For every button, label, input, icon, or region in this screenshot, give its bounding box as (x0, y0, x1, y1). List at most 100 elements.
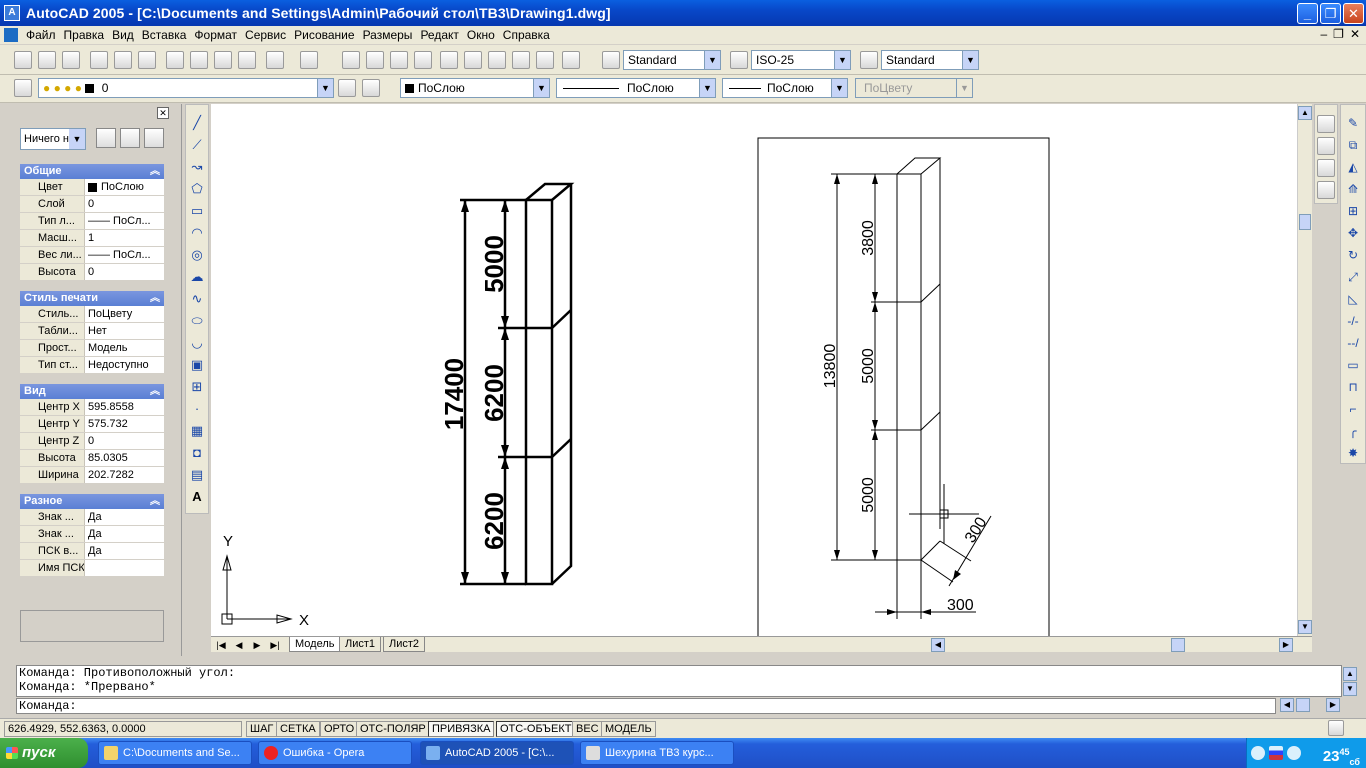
pan-icon[interactable] (342, 51, 360, 69)
maximize-button[interactable]: ❐ (1320, 3, 1341, 24)
grid-toggle[interactable]: СЕТКА (276, 721, 320, 737)
revision-cloud-icon[interactable]: ☁ (189, 269, 205, 285)
scroll-left-icon[interactable]: ◀ (931, 638, 945, 652)
lineweight-toggle[interactable]: ВЕС (572, 721, 603, 737)
multiline-text-icon[interactable]: A (189, 489, 205, 505)
trim-icon[interactable]: -/- (1345, 313, 1361, 329)
ortho-toggle[interactable]: ОРТО (320, 721, 359, 737)
send-to-back-icon[interactable] (1317, 137, 1335, 155)
polygon-icon[interactable]: ⬠ (189, 181, 205, 197)
task-word[interactable]: Шехурина ТВ3 курс... (580, 741, 734, 765)
construction-line-icon[interactable]: ⟋ (189, 137, 205, 153)
menu-insert[interactable]: Вставка (142, 28, 193, 42)
tab-model[interactable]: Модель (289, 637, 341, 652)
menu-dimension[interactable]: Размеры (363, 28, 419, 42)
send-under-icon[interactable] (1317, 181, 1335, 199)
task-opera[interactable]: Ошибка - Opera (258, 741, 412, 765)
prop-row[interactable]: Знак ... Да (20, 509, 164, 526)
prop-row[interactable]: Высота 85.0305 (20, 450, 164, 467)
paste-icon[interactable] (214, 51, 232, 69)
save-icon[interactable] (62, 51, 80, 69)
communication-center-icon[interactable] (1328, 720, 1344, 736)
otrack-toggle[interactable]: ОТС-ОБЪЕКТ (496, 721, 576, 737)
selection-filter-select[interactable]: Ничего н ▼ (20, 128, 86, 150)
section-header[interactable]: Разное ︽ (20, 494, 164, 509)
menu-window[interactable]: Окно (467, 28, 501, 42)
tab-layout1[interactable]: Лист1 (339, 637, 382, 652)
move-icon[interactable]: ✥ (1345, 225, 1361, 241)
print-icon[interactable] (90, 51, 108, 69)
chamfer-icon[interactable]: ⌐ (1345, 401, 1361, 417)
break-at-point-icon[interactable]: ▭ (1345, 357, 1361, 373)
start-button[interactable]: пуск (0, 738, 88, 768)
preview-icon[interactable] (114, 51, 132, 69)
vertical-scrollbar[interactable]: ▲ ▼ (1297, 104, 1312, 636)
copy-icon[interactable] (190, 51, 208, 69)
dim-style-select[interactable]: ISO-25 ▼ (751, 50, 851, 70)
circle-icon[interactable]: ◎ (189, 247, 205, 263)
model-toggle[interactable]: МОДЕЛЬ (601, 721, 656, 737)
break-icon[interactable]: ⊓ (1345, 379, 1361, 395)
redo-icon[interactable] (300, 51, 318, 69)
scroll-down-icon[interactable]: ▼ (1298, 620, 1312, 634)
osnap-toggle[interactable]: ПРИВЯЗКА (428, 721, 495, 737)
text-style-select[interactable]: Standard ▼ (623, 50, 721, 70)
layer-manager-icon[interactable] (14, 79, 32, 97)
prop-row[interactable]: Центр X 595.8558 (20, 399, 164, 416)
menu-tools[interactable]: Сервис (245, 28, 292, 42)
menu-draw[interactable]: Рисование (294, 28, 360, 42)
scroll-thumb[interactable] (1171, 638, 1185, 652)
help-icon[interactable] (562, 51, 580, 69)
scale-icon[interactable]: ⤢ (1345, 269, 1361, 285)
erase-icon[interactable]: ✎ (1345, 115, 1361, 131)
array-icon[interactable]: ⊞ (1345, 203, 1361, 219)
prop-row[interactable]: Ширина 202.7282 (20, 467, 164, 484)
scroll-down-icon[interactable]: ▼ (1343, 682, 1357, 696)
cut-icon[interactable] (166, 51, 184, 69)
line-icon[interactable]: ╱ (189, 115, 205, 131)
dim-style-icon[interactable] (730, 51, 748, 69)
prop-row[interactable]: Имя ПСК (20, 560, 164, 577)
layer-previous-icon[interactable] (362, 79, 380, 97)
linetype-select[interactable]: ПоСлою ▼ (556, 78, 716, 98)
copy-object-icon[interactable]: ⧉ (1345, 137, 1361, 153)
table-style-icon[interactable] (860, 51, 878, 69)
ellipse-arc-icon[interactable]: ◡ (189, 335, 205, 351)
menu-modify[interactable]: Редакт (420, 28, 464, 42)
task-autocad[interactable]: AutoCAD 2005 - [C:\... (420, 741, 574, 765)
section-header[interactable]: Стиль печати ︽ (20, 291, 164, 306)
scroll-thumb[interactable] (1296, 698, 1310, 712)
mirror-icon[interactable]: ◭ (1345, 159, 1361, 175)
offset-icon[interactable]: ⟰ (1345, 181, 1361, 197)
prop-row[interactable]: Табли... Нет (20, 323, 164, 340)
prop-row[interactable]: Тип л... —— ПоСл... (20, 213, 164, 230)
document-icon[interactable] (4, 28, 18, 42)
scroll-up-icon[interactable]: ▲ (1298, 106, 1312, 120)
spline-icon[interactable]: ∿ (189, 291, 205, 307)
menu-view[interactable]: Вид (112, 28, 140, 42)
arc-icon[interactable]: ◠ (189, 225, 205, 241)
menu-format[interactable]: Формат (194, 28, 243, 42)
text-style-icon[interactable] (602, 51, 620, 69)
prop-row[interactable]: Стиль... ПоЦвету (20, 306, 164, 323)
new-icon[interactable] (14, 51, 32, 69)
tray-arrow-icon[interactable] (1251, 746, 1265, 760)
scroll-up-icon[interactable]: ▲ (1343, 667, 1357, 681)
bring-to-front-icon[interactable] (1317, 115, 1335, 133)
prop-row[interactable]: Высота 0 (20, 264, 164, 281)
table-style-select[interactable]: Standard ▼ (881, 50, 979, 70)
point-icon[interactable]: · (189, 401, 205, 417)
scroll-right-icon[interactable]: ▶ (1279, 638, 1293, 652)
prop-row[interactable]: ПСК в... Да (20, 543, 164, 560)
scroll-thumb[interactable] (1299, 214, 1311, 230)
section-header[interactable]: Общие ︽ (20, 164, 164, 179)
explode-icon[interactable]: ✸ (1345, 445, 1361, 461)
design-center-icon[interactable] (464, 51, 482, 69)
zoom-window-icon[interactable] (390, 51, 408, 69)
section-header[interactable]: Вид ︽ (20, 384, 164, 399)
drawing-canvas[interactable]: 17400 5000 6200 6200 13800 3800 5000 500… (211, 104, 1297, 636)
prop-row[interactable]: Центр Z0 (20, 433, 164, 450)
polar-toggle[interactable]: ОТС-ПОЛЯР (356, 721, 430, 737)
last-tab-icon[interactable]: ▶| (267, 638, 283, 652)
make-block-icon[interactable]: ⊞ (189, 379, 205, 395)
